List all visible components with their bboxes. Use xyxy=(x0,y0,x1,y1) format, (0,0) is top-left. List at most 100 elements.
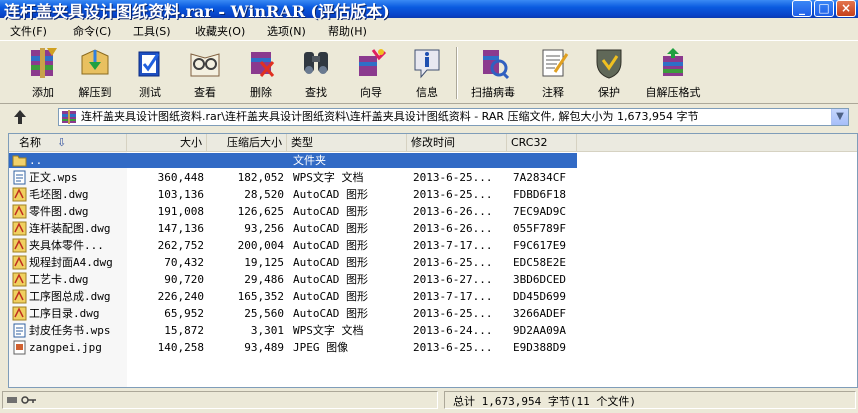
path-combobox[interactable]: 连杆盖夹具设计图纸资料.rar\连杆盖夹具设计图纸资料\连杆盖夹具设计图纸资料 … xyxy=(58,108,849,126)
file-size: 226,240 xyxy=(157,290,204,303)
file-name: 零件图.dwg xyxy=(29,205,89,218)
maximize-button[interactable]: □ xyxy=(814,0,834,17)
dwg-file-icon xyxy=(12,187,27,202)
view-label: 查看 xyxy=(194,86,216,99)
add-button[interactable]: 添加 xyxy=(20,46,66,102)
wizard-label: 向导 xyxy=(360,86,382,99)
file-type: 文件夹 xyxy=(293,154,326,167)
column-header-packed[interactable]: 压缩后大小 xyxy=(207,134,287,151)
file-size: 262,752 xyxy=(157,239,204,252)
status-bar: 总计 1,673,954 字节(11 个文件) xyxy=(0,389,858,413)
delete-button[interactable]: 删除 xyxy=(238,46,284,102)
column-header-name[interactable]: 名称 ⇩ xyxy=(9,134,127,151)
file-packed-size: 29,486 xyxy=(244,273,284,286)
file-packed-size: 19,125 xyxy=(244,256,284,269)
table-row[interactable]: 规程封面A4.dwg 70,432 19,125 AutoCAD 图形 2013-6-2… xyxy=(9,254,857,271)
file-packed-size: 200,004 xyxy=(237,239,284,252)
test-label: 测试 xyxy=(139,86,161,99)
file-modified: 2013-6-25... xyxy=(413,171,493,184)
menu-tools[interactable]: 工具(S) xyxy=(133,23,171,39)
table-row[interactable]: 夹具体零件... 262,752 200,004 AutoCAD 图形 2013-7-1… xyxy=(9,237,857,254)
file-crc: 055F789F xyxy=(513,222,566,235)
file-modified: 2013-6-26... xyxy=(413,222,493,235)
file-modified: 2013-6-24... xyxy=(413,324,493,337)
menu-file[interactable]: 文件(F) xyxy=(10,23,47,39)
view-icon xyxy=(190,53,220,77)
sfx-icon xyxy=(663,48,683,76)
table-row[interactable]: 连杆装配图.dwg 147,136 93,256 AutoCAD 图形 2013-6-2… xyxy=(9,220,857,237)
file-size: 147,136 xyxy=(157,222,204,235)
scan-virus-button[interactable]: 扫描病毒 xyxy=(470,46,516,102)
file-type: AutoCAD 图形 xyxy=(293,307,368,320)
file-size: 191,008 xyxy=(157,205,204,218)
table-row[interactable]: 封皮任务书.wps 15,872 3,301 WPS文字 文档 2013-6-24...… xyxy=(9,322,857,339)
add-archive-icon xyxy=(31,48,57,78)
file-type: AutoCAD 图形 xyxy=(293,290,368,303)
jpeg-image-icon xyxy=(12,340,27,355)
column-header-crc[interactable]: CRC32 xyxy=(507,134,577,151)
wps-doc-icon xyxy=(12,170,27,185)
file-crc: 7A2834CF xyxy=(513,171,566,184)
file-type: AutoCAD 图形 xyxy=(293,273,368,286)
path-dropdown-button[interactable]: ▼ xyxy=(831,109,848,125)
scan-virus-label: 扫描病毒 xyxy=(471,86,515,99)
menu-favorites[interactable]: 收藏夹(O) xyxy=(195,23,245,39)
protect-button[interactable]: 保护 xyxy=(586,46,632,102)
delete-label: 删除 xyxy=(250,86,272,99)
table-row[interactable]: 工序图总成.dwg 226,240 165,352 AutoCAD 图形 2013-7-… xyxy=(9,288,857,305)
menu-help[interactable]: 帮助(H) xyxy=(328,23,367,39)
file-name: 规程封面A4.dwg xyxy=(29,256,113,269)
menu-options[interactable]: 选项(N) xyxy=(267,23,306,39)
status-left-panel xyxy=(2,391,438,409)
protect-label: 保护 xyxy=(598,86,620,99)
table-row[interactable]: zangpei.jpg 140,258 93,489 JPEG 图像 2013-6-25… xyxy=(9,339,857,356)
file-modified: 2013-6-25... xyxy=(413,188,493,201)
file-crc: 9D2AA09A xyxy=(513,324,566,337)
table-row[interactable]: 正文.wps 360,448 182,052 WPS文字 文档 2013-6-25...… xyxy=(9,169,857,186)
column-header-type[interactable]: 类型 xyxy=(287,134,407,151)
sfx-label: 自解压格式 xyxy=(645,86,701,99)
table-row[interactable]: .. 文件夹 xyxy=(9,152,857,169)
file-name: 连杆装配图.dwg xyxy=(29,222,111,235)
file-type: AutoCAD 图形 xyxy=(293,239,368,252)
sfx-button[interactable]: 自解压格式 xyxy=(646,46,701,102)
extract-to-icon xyxy=(81,49,109,75)
file-name: zangpei.jpg xyxy=(29,341,102,354)
find-label: 查找 xyxy=(305,86,327,99)
column-name-label: 名称 xyxy=(19,136,41,149)
file-name: .. xyxy=(29,154,43,167)
close-button[interactable]: × xyxy=(836,0,856,17)
status-right-panel: 总计 1,673,954 字节(11 个文件) xyxy=(444,391,856,409)
wps-doc-icon xyxy=(12,323,27,338)
table-row[interactable]: 毛坯图.dwg 103,136 28,520 AutoCAD 图形 2013-6-25.… xyxy=(9,186,857,203)
extract-to-button[interactable]: 解压到 xyxy=(72,46,118,102)
find-button[interactable]: 查找 xyxy=(293,46,339,102)
table-row[interactable]: 工序目录.dwg 65,952 25,560 AutoCAD 图形 2013-6-25.… xyxy=(9,305,857,322)
up-folder-button[interactable] xyxy=(10,107,30,127)
file-name: 夹具体零件... xyxy=(29,239,104,252)
file-crc: F9C617E9 xyxy=(513,239,566,252)
menu-commands[interactable]: 命令(C) xyxy=(73,23,111,39)
file-name: 封皮任务书.wps xyxy=(29,324,111,337)
file-crc: 7EC9AD9C xyxy=(513,205,566,218)
dwg-file-icon xyxy=(12,306,27,321)
comment-button[interactable]: 注释 xyxy=(530,46,576,102)
column-header-modified[interactable]: 修改时间 xyxy=(407,134,507,151)
minimize-button[interactable]: _ xyxy=(792,0,812,17)
file-crc: EDC58E2E xyxy=(513,256,566,269)
info-button[interactable]: 信息 xyxy=(404,46,450,102)
address-bar: 连杆盖夹具设计图纸资料.rar\连杆盖夹具设计图纸资料\连杆盖夹具设计图纸资料 … xyxy=(0,104,858,130)
table-row[interactable]: 零件图.dwg 191,008 126,625 AutoCAD 图形 2013-6-26… xyxy=(9,203,857,220)
file-type: AutoCAD 图形 xyxy=(293,222,368,235)
test-button[interactable]: 测试 xyxy=(127,46,173,102)
sort-down-icon: ⇩ xyxy=(57,136,67,149)
table-row[interactable]: 工艺卡.dwg 90,720 29,486 AutoCAD 图形 2013-6-27..… xyxy=(9,271,857,288)
file-modified: 2013-6-25... xyxy=(413,256,493,269)
column-header-size[interactable]: 大小 xyxy=(127,134,207,151)
wizard-button[interactable]: 向导 xyxy=(348,46,394,102)
file-list[interactable]: 名称 ⇩ 大小 压缩后大小 类型 修改时间 CRC32 .. 文件夹正文.wps 3… xyxy=(8,133,858,388)
view-button[interactable]: 查看 xyxy=(182,46,228,102)
file-size: 360,448 xyxy=(157,171,204,184)
up-arrow-icon xyxy=(14,110,26,124)
file-name: 工序目录.dwg xyxy=(29,307,100,320)
